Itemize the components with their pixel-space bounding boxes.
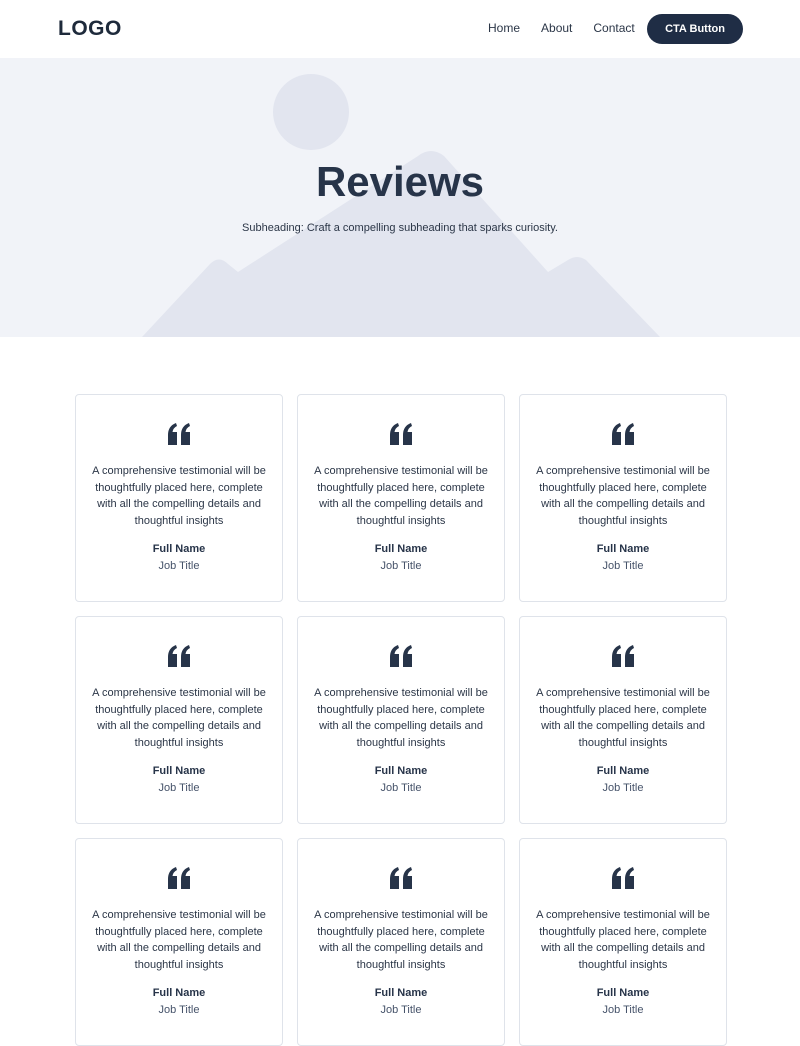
testimonial-text: A comprehensive testimonial will be thou…: [314, 465, 488, 527]
testimonial-card: A comprehensive testimonial will be thou…: [297, 838, 505, 1046]
reviewer-job-title: Job Title: [158, 1004, 200, 1016]
testimonial-card: A comprehensive testimonial will be thou…: [519, 838, 727, 1046]
cta-button[interactable]: CTA Button: [647, 14, 743, 44]
reviewer-name: Full Name: [152, 765, 206, 777]
testimonial-text: A comprehensive testimonial will be thou…: [92, 687, 266, 749]
testimonial-text: A comprehensive testimonial will be thou…: [536, 909, 710, 971]
reviewer-job-title: Job Title: [602, 1004, 644, 1016]
testimonial-card: A comprehensive testimonial will be thou…: [519, 394, 727, 602]
testimonial-text: A comprehensive testimonial will be thou…: [92, 465, 266, 527]
reviewer-name: Full Name: [374, 987, 428, 999]
quote-icon: [168, 645, 190, 667]
quote-icon: [168, 867, 190, 889]
reviewer-job-title: Job Title: [380, 782, 422, 794]
quote-icon: [390, 645, 412, 667]
reviewer-name: Full Name: [596, 987, 650, 999]
reviewer-name: Full Name: [152, 543, 206, 555]
reviewer-job-title: Job Title: [158, 782, 200, 794]
quote-icon: [612, 645, 634, 667]
testimonial-text: A comprehensive testimonial will be thou…: [92, 909, 266, 971]
logo[interactable]: LOGO: [58, 17, 122, 41]
reviewer-name: Full Name: [374, 543, 428, 555]
reviewer-name: Full Name: [596, 543, 650, 555]
quote-icon: [168, 423, 190, 445]
testimonial-text: A comprehensive testimonial will be thou…: [536, 687, 710, 749]
reviewer-name: Full Name: [374, 765, 428, 777]
nav-link-contact[interactable]: Contact: [593, 20, 634, 36]
testimonial-card: A comprehensive testimonial will be thou…: [75, 394, 283, 602]
testimonial-text: A comprehensive testimonial will be thou…: [536, 465, 710, 527]
testimonial-card: A comprehensive testimonial will be thou…: [297, 616, 505, 824]
reviewer-name: Full Name: [152, 987, 206, 999]
testimonial-text: A comprehensive testimonial will be thou…: [314, 909, 488, 971]
hero-section: Reviews Subheading: Craft a compelling s…: [0, 58, 800, 337]
nav-link-home[interactable]: Home: [488, 20, 520, 36]
testimonial-card: A comprehensive testimonial will be thou…: [297, 394, 505, 602]
site-header: LOGO Home About Contact CTA Button: [0, 0, 800, 58]
quote-icon: [390, 867, 412, 889]
testimonial-text: A comprehensive testimonial will be thou…: [314, 687, 488, 749]
page-title: Reviews: [315, 158, 485, 205]
page-subheading: Subheading: Craft a compelling subheadin…: [242, 222, 558, 234]
reviewer-name: Full Name: [596, 765, 650, 777]
quote-icon: [612, 867, 634, 889]
main-nav: Home About Contact: [488, 20, 656, 36]
testimonial-card: A comprehensive testimonial will be thou…: [519, 616, 727, 824]
reviewer-job-title: Job Title: [380, 1004, 422, 1016]
reviewer-job-title: Job Title: [602, 782, 644, 794]
reviewer-job-title: Job Title: [602, 560, 644, 572]
nav-link-about[interactable]: About: [541, 20, 572, 36]
testimonial-card: A comprehensive testimonial will be thou…: [75, 616, 283, 824]
reviewer-job-title: Job Title: [380, 560, 422, 572]
quote-icon: [390, 423, 412, 445]
testimonial-card: A comprehensive testimonial will be thou…: [75, 838, 283, 1046]
reviewer-job-title: Job Title: [158, 560, 200, 572]
quote-icon: [612, 423, 634, 445]
